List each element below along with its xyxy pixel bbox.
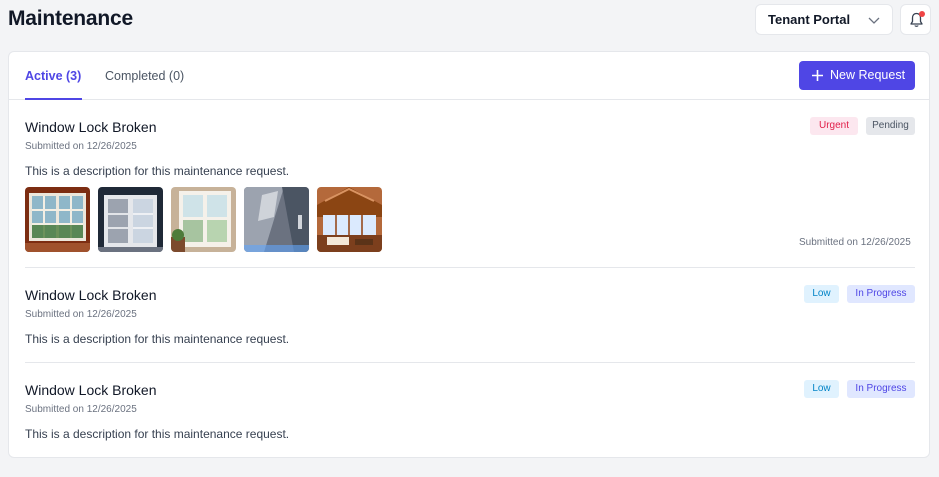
window-photo-icon <box>171 187 236 252</box>
request-submitted-date: Submitted on 12/26/2025 <box>25 141 137 152</box>
tabs-row: Active (3) Completed (0) New Request <box>9 52 929 100</box>
interior-photo-icon <box>244 187 309 252</box>
notifications-button[interactable] <box>900 4 931 35</box>
divider <box>25 362 915 363</box>
new-request-label: New Request <box>830 68 906 82</box>
tab-completed[interactable]: Completed (0) <box>105 69 184 83</box>
chevron-down-icon <box>868 17 880 24</box>
maintenance-card: Active (3) Completed (0) New Request Win… <box>8 51 930 458</box>
request-description: This is a description for this maintenan… <box>25 427 290 441</box>
request-item[interactable]: Window Lock Broken Submitted on 12/26/20… <box>25 117 915 269</box>
window-photo-icon <box>25 187 90 252</box>
photo-gallery <box>25 187 385 252</box>
photo-thumbnail[interactable] <box>25 187 90 252</box>
request-item[interactable]: Window Lock Broken Submitted on 12/26/20… <box>25 380 915 442</box>
request-submitted-date: Submitted on 12/26/2025 <box>25 404 137 415</box>
portal-select-value: Tenant Portal <box>768 12 851 27</box>
priority-badge: Low <box>804 380 839 398</box>
portal-select[interactable]: Tenant Portal <box>755 4 893 35</box>
priority-badge: Urgent <box>810 117 858 135</box>
interior-photo-icon <box>317 187 382 252</box>
request-description: This is a description for this maintenan… <box>25 164 290 178</box>
priority-badge: Low <box>804 285 839 303</box>
page-title: Maintenance <box>8 7 133 30</box>
divider <box>25 267 915 268</box>
plus-icon <box>812 70 823 81</box>
notification-dot <box>919 11 925 17</box>
photo-thumbnail[interactable] <box>171 187 236 252</box>
status-badge: In Progress <box>847 380 915 398</box>
request-item[interactable]: Window Lock Broken Submitted on 12/26/20… <box>25 285 915 347</box>
request-title: Window Lock Broken <box>25 287 157 303</box>
request-title: Window Lock Broken <box>25 119 157 135</box>
top-bar: Maintenance Tenant Portal <box>0 0 939 44</box>
request-description: This is a description for this maintenan… <box>25 332 290 346</box>
status-badge: In Progress <box>847 285 915 303</box>
request-title: Window Lock Broken <box>25 382 157 398</box>
active-tab-indicator <box>25 98 82 100</box>
tab-active[interactable]: Active (3) <box>25 69 81 83</box>
photo-thumbnail[interactable] <box>244 187 309 252</box>
request-submitted-date: Submitted on 12/26/2025 <box>25 309 137 320</box>
photo-thumbnail[interactable] <box>98 187 163 252</box>
window-photo-icon <box>98 187 163 252</box>
status-badge: Pending <box>866 117 915 135</box>
request-footer-date: Submitted on 12/26/2025 <box>799 237 911 248</box>
new-request-button[interactable]: New Request <box>799 61 915 90</box>
photo-thumbnail[interactable] <box>317 187 382 252</box>
